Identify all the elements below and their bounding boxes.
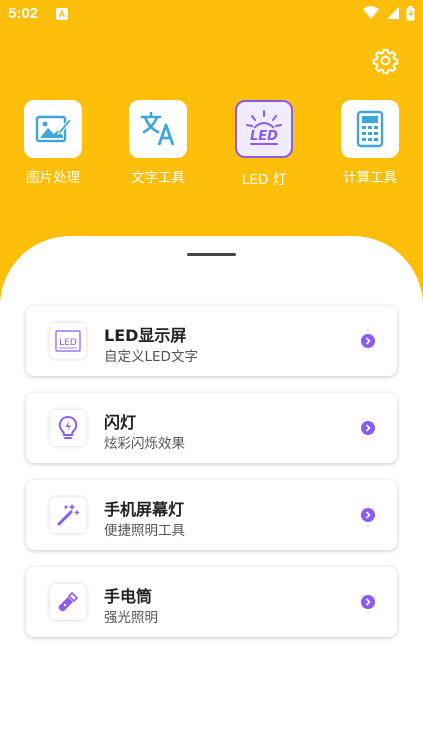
image-edit-icon: [35, 115, 71, 143]
tool-text[interactable]: 文字工具: [113, 100, 203, 186]
card-title: 手电筒: [104, 587, 153, 606]
tool-bar: 图片处理 文字工具 LED LED 灯 计算工具: [0, 100, 423, 200]
menu-item-flash-light[interactable]: 闪灯 炫彩闪烁效果: [26, 393, 397, 463]
tool-calculator-box[interactable]: [341, 100, 399, 158]
status-time: 5:02: [8, 5, 39, 22]
battery-icon: [406, 6, 415, 21]
svg-text:LED: LED: [250, 129, 278, 144]
calculator-icon: [356, 110, 384, 148]
led-icon: LED: [246, 110, 282, 145]
card-subtitle: 炫彩闪烁效果: [104, 436, 185, 452]
translate-icon: [140, 111, 175, 146]
card-title: 手机屏幕灯: [104, 500, 185, 519]
sheet-handle[interactable]: [187, 253, 236, 256]
menu-item-screen-light[interactable]: 手机屏幕灯 便捷照明工具: [26, 480, 397, 550]
wifi-icon: [362, 6, 379, 19]
svg-text:LED: LED: [59, 338, 77, 348]
card-icon-box: [50, 497, 86, 533]
tool-image-edit-box[interactable]: [24, 100, 82, 158]
menu-item-led-screen[interactable]: LED LED显示屏 自定义LED文字: [26, 306, 397, 376]
menu-item-flashlight[interactable]: 手电筒 强光照明: [26, 567, 397, 637]
tool-label: 图片处理: [26, 170, 80, 186]
card-subtitle: 强光照明: [104, 610, 158, 626]
tool-text-box[interactable]: [129, 100, 187, 158]
settings-button[interactable]: [372, 47, 399, 75]
tool-calculator[interactable]: 计算工具: [325, 100, 415, 186]
card-subtitle: 便捷照明工具: [104, 523, 185, 539]
magic-wand-icon: [57, 504, 80, 526]
tool-label: 文字工具: [131, 170, 185, 186]
signal-icon: [386, 7, 399, 19]
card-subtitle: 自定义LED文字: [104, 349, 198, 365]
tool-label: 计算工具: [343, 170, 397, 186]
gear-icon: [372, 48, 399, 75]
card-title: 闪灯: [104, 413, 137, 432]
chevron-right-icon: [361, 334, 375, 348]
chevron-right-icon: [361, 508, 375, 522]
card-title: LED显示屏: [104, 326, 187, 345]
tool-label: LED 灯: [241, 172, 287, 188]
tool-led[interactable]: LED LED 灯: [219, 100, 309, 188]
card-icon-box: [50, 584, 86, 620]
led-screen-icon: LED: [55, 330, 81, 352]
bulb-icon: [58, 415, 78, 439]
chevron-right-icon: [361, 421, 375, 435]
card-icon-box: [50, 410, 86, 446]
card-icon-box: LED: [50, 323, 86, 359]
status-bar: 5:02 A: [0, 0, 423, 30]
notification-icon: A: [56, 8, 68, 20]
tool-image-edit[interactable]: 图片处理: [8, 100, 98, 186]
tool-led-box[interactable]: LED: [235, 100, 293, 158]
status-icons: [361, 6, 415, 22]
chevron-right-icon: [361, 595, 375, 609]
flashlight-icon: [58, 591, 79, 612]
